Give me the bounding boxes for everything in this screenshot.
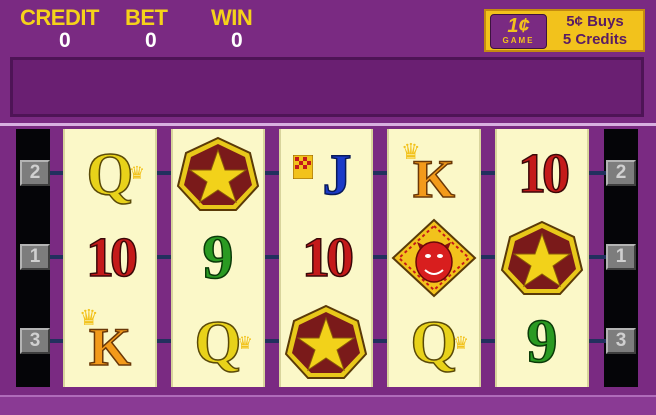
payline-3-right-button[interactable]: 3 [606,328,636,354]
queen-symbol: Q [410,308,458,376]
slot-machine-screen: CREDIT 0 BET 0 WIN 0 1¢ GAME 5¢ Buys 5 C… [0,0,656,415]
reel-1: Q ♛ 10 ♛ K [63,129,157,387]
message-bar [10,57,644,117]
credit-label: CREDIT [20,5,99,30]
payline-2-left-button[interactable]: 2 [20,160,50,186]
crown-icon: ♛ [452,333,469,353]
reel-5: 10 9 [495,129,589,387]
reel-1-symbol-top: Q ♛ [65,135,155,213]
reel-1-symbol-middle: 10 [65,219,155,297]
reel-3-symbol-top: J [281,135,371,213]
reel-2-symbol-top [173,135,263,213]
reel-1-symbol-bottom: ♛ K [65,303,155,381]
devil-face-icon [391,218,477,298]
queen-symbol: Q [86,140,134,208]
star-symbol-icon [284,304,368,379]
reel-2-symbol-middle: 9 [173,219,263,297]
crown-icon: ♛ [401,139,421,164]
game-logo-denomination: 1¢ [507,15,530,37]
bet-value: 0 [145,29,157,52]
reel-5-symbol-middle [497,219,587,297]
game-logo-word: GAME [502,36,535,45]
ten-symbol: 10 [517,142,571,206]
payline-1-right-button[interactable]: 1 [606,244,636,270]
reel-4-symbol-bottom: Q ♛ [389,303,479,381]
crown-icon: ♛ [236,333,253,353]
payline-3-left-button[interactable]: 3 [20,328,50,354]
reel-2-symbol-bottom: Q ♛ [173,303,263,381]
payline-2-right-button[interactable]: 2 [606,160,636,186]
credit-value: 0 [59,29,71,52]
separator-line [0,123,656,126]
reel-4: ♛ K Q ♛ [387,129,481,387]
bottom-bar [0,395,656,415]
win-label: WIN [211,5,253,30]
checkered-shield-icon [293,155,313,179]
crown-icon: ♛ [79,305,99,330]
queen-symbol: Q [194,308,242,376]
crown-icon: ♛ [128,163,145,183]
reel-5-symbol-bottom: 9 [497,303,587,381]
reel-4-symbol-middle [389,218,479,298]
reel-5-symbol-top: 10 [497,135,587,213]
nine-symbol: 9 [202,223,235,293]
win-value: 0 [231,29,243,52]
promo-line-2: 5 Credits [562,31,628,48]
ten-symbol: 10 [301,226,355,290]
star-symbol-icon [500,220,584,295]
reel-2: 9 Q ♛ [171,129,265,387]
reel-3: J 10 [279,129,373,387]
reel-3-symbol-middle: 10 [281,219,371,297]
ten-symbol: 10 [85,226,139,290]
promo-line-1: 5¢ Buys [566,13,624,30]
reel-4-symbol-top: ♛ K [389,135,479,213]
jack-symbol: J [322,141,353,208]
bet-label: BET [125,5,168,30]
star-symbol-icon [176,136,260,211]
nine-symbol: 9 [526,307,559,377]
payline-1-left-button[interactable]: 1 [20,244,50,270]
reel-3-symbol-bottom [281,303,371,381]
denomination-promo: 1¢ GAME 5¢ Buys 5 Credits [484,9,645,52]
game-logo: 1¢ GAME [490,14,547,49]
